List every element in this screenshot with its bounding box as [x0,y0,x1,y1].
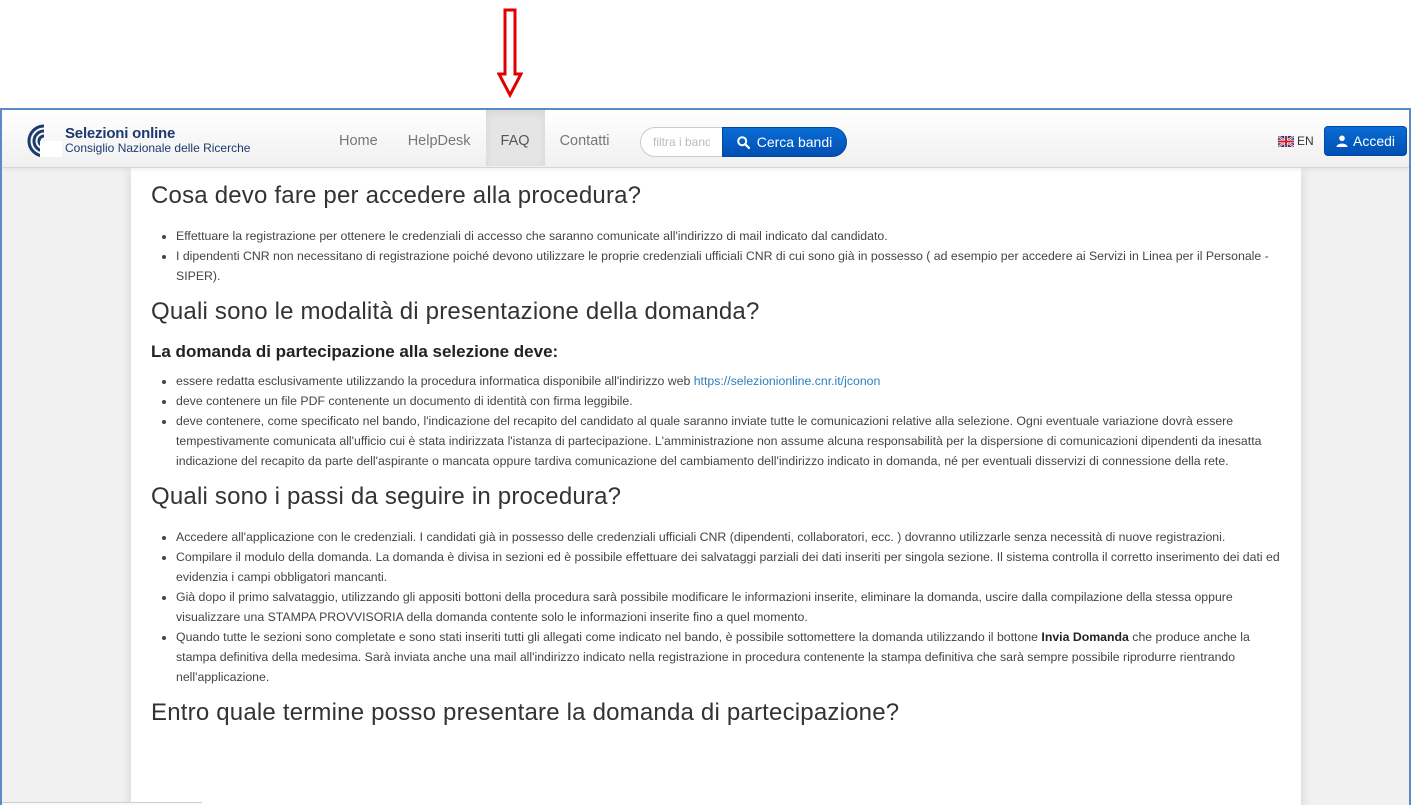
nav-faq[interactable]: FAQ [485,110,545,166]
navbar: Selezioni online Consiglio Nazionale del… [2,110,1409,168]
main-nav: Home HelpDesk FAQ Contatti [324,110,625,166]
faq-question-submission: Quali sono le modalità di presentazione … [151,298,760,325]
brand-subtitle: Consiglio Nazionale delle Ricerche [65,140,251,155]
list-item: Quando tutte le sezioni sono completate … [176,627,1281,687]
list-item: Compilare il modulo della domanda. La do… [176,547,1281,587]
faq-content: Cosa devo fare per accedere alla procedu… [131,168,1301,805]
faq-answer-access: Effettuare la registrazione per ottenere… [151,226,1281,286]
faq-question-access: Cosa devo fare per accedere alla procedu… [151,182,642,209]
login-button-label: Accedi [1352,133,1396,149]
nav-contatti[interactable]: Contatti [545,110,625,166]
list-item: Accedere all'applicazione con le credenz… [176,527,1281,547]
list-item-text: essere redatta esclusivamente utilizzand… [176,374,694,388]
nav-helpdesk[interactable]: HelpDesk [393,110,486,166]
cnr-logo-icon [27,124,62,157]
browser-frame: Selezioni online Consiglio Nazionale del… [0,108,1411,805]
invia-domanda-label: Invia Domanda [1041,630,1129,644]
faq-question-deadline: Entro quale termine posso presentare la … [151,699,900,726]
search-input[interactable] [640,127,722,157]
nav-home[interactable]: Home [324,110,393,166]
annotation-arrow-icon [497,8,523,98]
list-item-text: Quando tutte le sezioni sono completate … [176,630,1042,644]
faq-answer-submission: essere redatta esclusivamente utilizzand… [151,371,1281,471]
login-button[interactable]: Accedi [1324,126,1407,156]
list-item: Già dopo il primo salvataggio, utilizzan… [176,587,1281,627]
brand-title: Selezioni online [65,124,176,142]
language-switch[interactable]: EN [1278,134,1314,148]
jconon-link[interactable]: https://selezionionline.cnr.it/jconon [694,374,881,388]
brand[interactable]: Selezioni online Consiglio Nazionale del… [26,122,250,158]
faq-question-steps: Quali sono i passi da seguire in procedu… [151,483,622,510]
search-button[interactable]: Cerca bandi [722,127,847,157]
search-icon [736,135,750,149]
search-bar: Cerca bandi [640,127,847,157]
search-button-label: Cerca bandi [756,134,833,150]
list-item: I dipendenti CNR non necessitano di regi… [176,246,1281,286]
list-item: deve contenere un file PDF contenente un… [176,391,1281,411]
list-item: essere redatta esclusivamente utilizzand… [176,371,1281,391]
list-item: deve contenere, come specificato nel ban… [176,411,1281,471]
list-item: Effettuare la registrazione per ottenere… [176,226,1281,246]
uk-flag-icon [1278,135,1294,147]
user-icon [1336,135,1348,147]
language-label: EN [1297,134,1314,148]
faq-subheading: La domanda di partecipazione alla selezi… [151,342,559,361]
faq-answer-steps: Accedere all'applicazione con le credenz… [151,527,1281,687]
